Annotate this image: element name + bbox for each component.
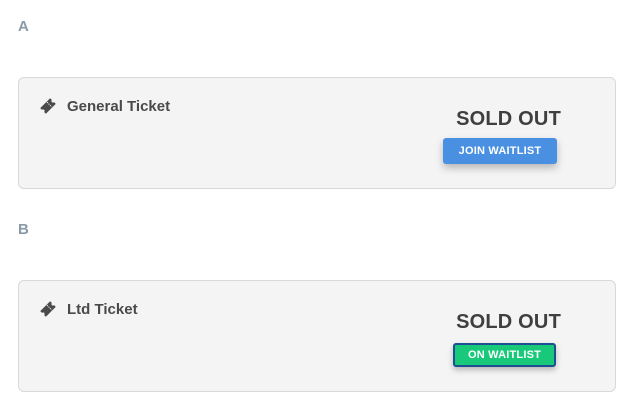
on-waitlist-button[interactable]: ON WAITLIST <box>453 343 556 367</box>
ticket-icon <box>39 97 57 115</box>
ticket-name: General Ticket <box>67 97 171 115</box>
ticket-card-general: General Ticket SOLD OUT JOIN WAITLIST <box>18 77 616 189</box>
sold-out-status: SOLD OUT <box>456 108 561 130</box>
ticket-icon <box>39 300 57 318</box>
ticket-card-ltd: Ltd Ticket SOLD OUT ON WAITLIST <box>18 280 616 392</box>
section-label-a: A <box>18 18 29 35</box>
sold-out-status: SOLD OUT <box>456 311 561 333</box>
join-waitlist-button[interactable]: JOIN WAITLIST <box>443 138 557 164</box>
ticket-header: General Ticket <box>39 97 170 115</box>
ticket-header: Ltd Ticket <box>39 300 138 318</box>
ticket-name: Ltd Ticket <box>67 300 138 318</box>
section-label-b: B <box>18 221 29 238</box>
